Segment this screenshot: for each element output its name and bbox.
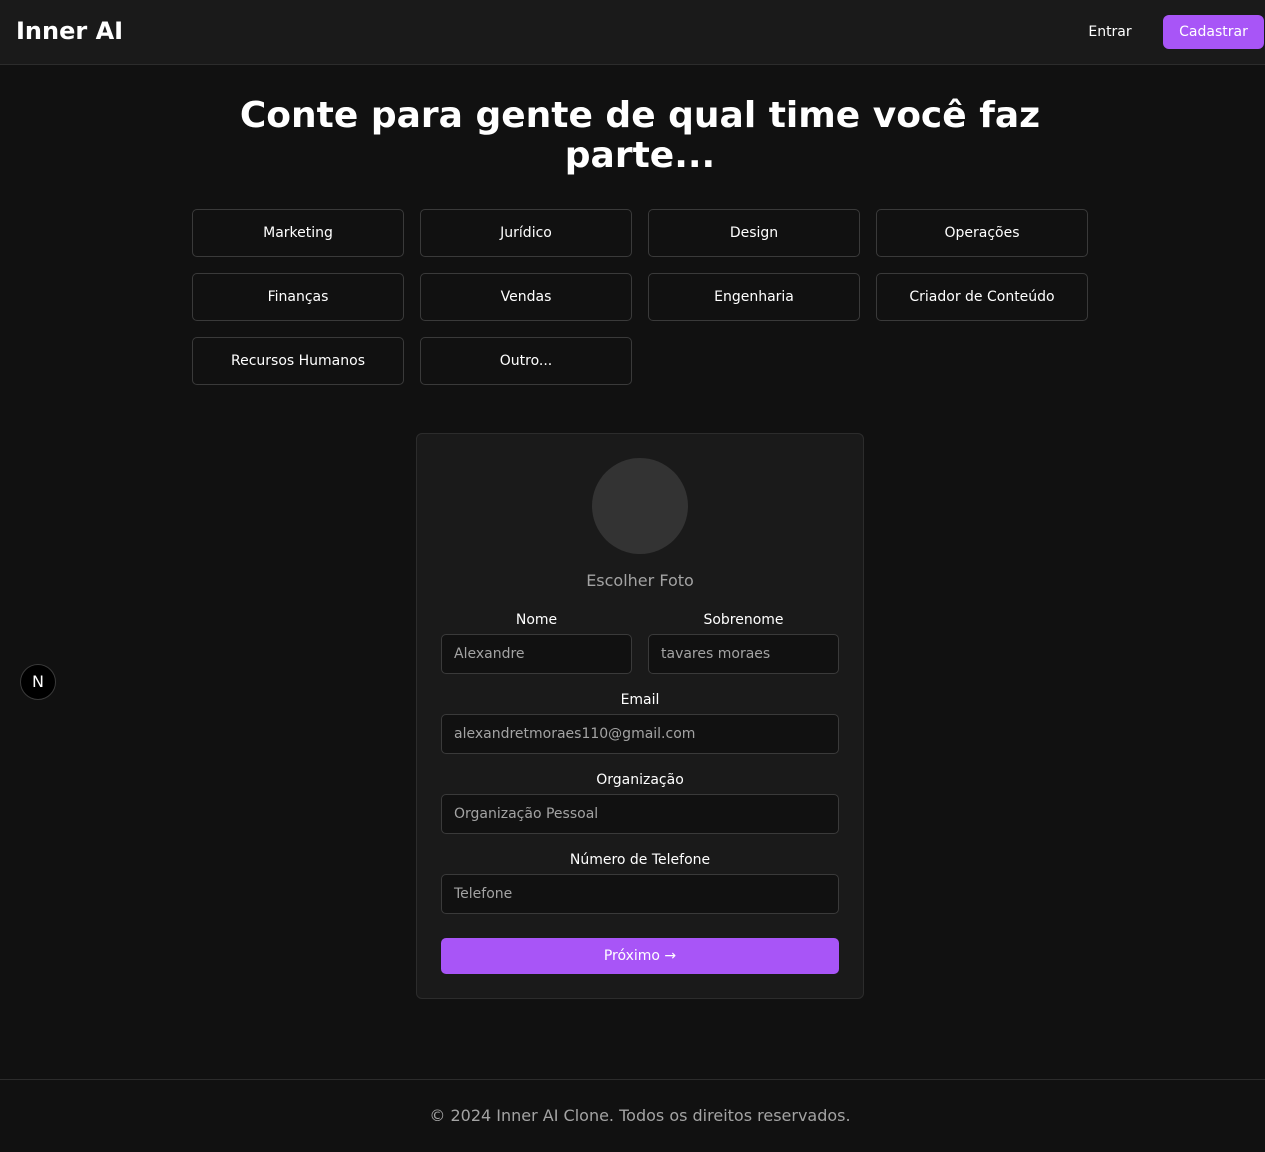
team-option-engenharia[interactable]: Engenharia bbox=[648, 273, 860, 321]
first-name-field[interactable]: Alexandre bbox=[441, 634, 632, 674]
profile-form-card: Escolher Foto Nome Sobrenome Alexandre t… bbox=[416, 433, 864, 999]
organization-field[interactable]: Organização Pessoal bbox=[441, 794, 839, 834]
phone-field[interactable]: Telefone bbox=[441, 874, 839, 914]
team-option-operacoes[interactable]: Operações bbox=[876, 209, 1088, 257]
avatar[interactable] bbox=[592, 458, 688, 554]
organization-label: Organização bbox=[596, 772, 684, 788]
team-option-marketing[interactable]: Marketing bbox=[192, 209, 404, 257]
email-field[interactable]: alexandretmoraes110@gmail.com bbox=[441, 714, 839, 754]
team-option-financas[interactable]: Finanças bbox=[192, 273, 404, 321]
team-options: Marketing Jurídico Design Operações Fina… bbox=[192, 209, 1088, 385]
phone-label: Número de Telefone bbox=[569, 852, 711, 868]
choose-photo-link[interactable]: Escolher Foto bbox=[417, 571, 863, 590]
last-name-field[interactable]: tavares moraes bbox=[648, 634, 839, 674]
team-option-juridico[interactable]: Jurídico bbox=[420, 209, 632, 257]
team-option-criador-de-conteudo[interactable]: Criador de Conteúdo bbox=[876, 273, 1088, 321]
last-name-label: Sobrenome bbox=[703, 612, 784, 628]
login-button[interactable]: Entrar bbox=[1077, 15, 1143, 49]
signup-button[interactable]: Cadastrar bbox=[1163, 15, 1264, 49]
team-option-outro[interactable]: Outro... bbox=[420, 337, 632, 385]
dev-tools-badge[interactable]: N bbox=[20, 664, 56, 700]
team-option-design[interactable]: Design bbox=[648, 209, 860, 257]
page-title: Conte para gente de qual time você faz p… bbox=[239, 95, 1041, 176]
brand-logo[interactable]: Inner AI bbox=[16, 16, 123, 46]
page-footer: © 2024 Inner AI Clone. Todos os direitos… bbox=[0, 1079, 1265, 1152]
first-name-label: Nome bbox=[515, 612, 558, 628]
next-button[interactable]: Próximo → bbox=[441, 938, 839, 974]
team-option-vendas[interactable]: Vendas bbox=[420, 273, 632, 321]
email-label: Email bbox=[620, 692, 660, 708]
team-option-recursos-humanos[interactable]: Recursos Humanos bbox=[192, 337, 404, 385]
copyright-text: © 2024 Inner AI Clone. Todos os direitos… bbox=[429, 1106, 851, 1125]
top-header: Inner AI Entrar Cadastrar bbox=[0, 0, 1265, 65]
